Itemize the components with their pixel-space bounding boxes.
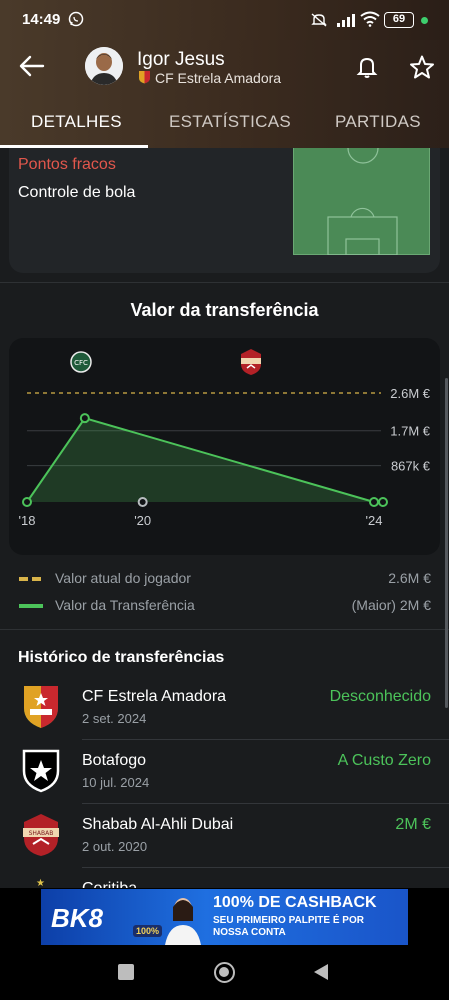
transfer-club: Coritiba <box>82 880 137 888</box>
status-time: 14:49 <box>22 11 61 28</box>
tab-details[interactable]: DETALHES <box>31 112 122 132</box>
legend-transfer-value: Valor da Transferência (Maior) 2M € <box>19 597 431 619</box>
notification-dot-icon <box>421 17 428 24</box>
estrela-amadora-crest-icon <box>22 684 60 735</box>
x-tick-label: '18 <box>19 513 36 528</box>
ad-badge: 100% <box>133 925 163 937</box>
ad-brand: BK8 <box>51 903 104 933</box>
status-bar: 14:49 69 <box>0 0 449 40</box>
bell-icon[interactable] <box>356 55 378 84</box>
details-content[interactable]: Pontos fracos Controle de bola Valor da … <box>0 148 449 888</box>
x-tick-label: '24 <box>366 513 383 528</box>
club-name: CF Estrela Amadora <box>155 70 282 86</box>
transfer-date: 2 out. 2020 <box>82 839 148 854</box>
transfer-club: CF Estrela Amadora <box>82 688 227 705</box>
svg-text:CFC: CFC <box>74 359 88 367</box>
battery-icon: 69 <box>384 12 414 28</box>
home-button[interactable] <box>214 962 235 983</box>
x-tick-label: '20 <box>134 513 151 528</box>
transfer-value-chart-card: 2.6M € 1.7M € 867k € '18 '20 '24 CFC <box>9 338 440 555</box>
player-header: Igor Jesus CF Estrela Amadora DETALHES E… <box>0 40 449 148</box>
scrollbar[interactable] <box>445 378 448 708</box>
weakness-item: Controle de bola <box>18 184 136 201</box>
section-divider <box>0 282 449 283</box>
signal-icon <box>336 12 356 33</box>
legend-current-label: Valor atual do jogador <box>55 570 191 586</box>
club-crest-icon <box>138 70 151 89</box>
ad-model-image <box>159 893 207 945</box>
transfer-date: 2 set. 2024 <box>82 711 147 726</box>
whatsapp-icon <box>68 11 84 32</box>
transfer-value-title: Valor da transferência <box>130 300 319 320</box>
ad-banner[interactable]: BK8 100% 100% DE CASHBACK SEU PRIMEIRO P… <box>0 888 449 946</box>
tab-matches[interactable]: PARTIDAS <box>335 112 421 132</box>
list-item[interactable]: SHABAB Shabab Al-Ahli Dubai 2 out. 2020 … <box>0 804 449 868</box>
transfer-fee: Desconhecido <box>329 688 431 705</box>
shabab-al-ahli-crest-icon: SHABAB <box>20 812 62 863</box>
legend-current-value-text: 2.6M € <box>388 570 431 586</box>
star-icon[interactable] <box>409 54 435 85</box>
player-name: Igor Jesus <box>137 49 225 70</box>
list-item[interactable]: CF Estrela Amadora 2 set. 2024 Desconhec… <box>0 676 449 740</box>
ad-creative[interactable]: BK8 100% 100% DE CASHBACK SEU PRIMEIRO P… <box>41 889 408 945</box>
weaknesses-title: Pontos fracos <box>18 156 116 173</box>
coritiba-crest-icon: ★ <box>36 878 45 888</box>
section-divider <box>0 629 449 630</box>
ad-subline: SEU PRIMEIRO PALPITE É POR NOSSA CONTA <box>213 915 364 938</box>
avatar <box>85 47 123 85</box>
data-point <box>22 497 32 507</box>
battery-level: 69 <box>392 13 406 25</box>
transfer-club: Botafogo <box>82 752 147 769</box>
data-point <box>137 497 148 507</box>
history-title: Histórico de transferências <box>18 649 225 666</box>
legend-transfer-value-text: (Maior) 2M € <box>351 597 431 613</box>
data-point <box>369 497 379 507</box>
back-button[interactable] <box>313 963 329 986</box>
botafogo-crest-icon <box>22 749 60 798</box>
data-point <box>79 413 90 424</box>
y-tick-label: 867k € <box>391 459 431 474</box>
pitch-diagram <box>293 148 430 256</box>
transfer-club: Shabab Al-Ahli Dubai <box>82 816 234 833</box>
mute-icon <box>310 12 328 33</box>
transfer-fee: A Custo Zero <box>337 752 431 769</box>
list-item[interactable]: Botafogo 10 jul. 2024 A Custo Zero <box>0 740 449 804</box>
y-tick-label: 2.6M € <box>390 386 431 401</box>
recent-apps-button[interactable] <box>118 964 134 980</box>
list-item[interactable]: ★ Coritiba <box>0 868 449 888</box>
coritiba-crest-icon: CFC <box>70 350 92 379</box>
shabab-al-ahli-crest-icon <box>238 348 264 381</box>
strengths-weaknesses-card: Pontos fracos Controle de bola <box>9 148 440 273</box>
back-arrow-icon[interactable] <box>18 54 46 83</box>
data-point <box>378 497 388 507</box>
system-nav-bar <box>0 946 449 1000</box>
tab-statistics[interactable]: ESTATÍSTICAS <box>169 112 291 132</box>
legend-transfer-label: Valor da Transferência <box>55 597 195 613</box>
transfer-fee: 2M € <box>395 816 431 833</box>
legend-current-value: Valor atual do jogador 2.6M € <box>19 570 431 592</box>
y-tick-label: 1.7M € <box>390 424 431 439</box>
svg-text:SHABAB: SHABAB <box>29 830 54 837</box>
ad-headline: 100% DE CASHBACK <box>213 894 377 911</box>
wifi-icon <box>360 11 380 32</box>
transfer-date: 10 jul. 2024 <box>82 775 150 790</box>
